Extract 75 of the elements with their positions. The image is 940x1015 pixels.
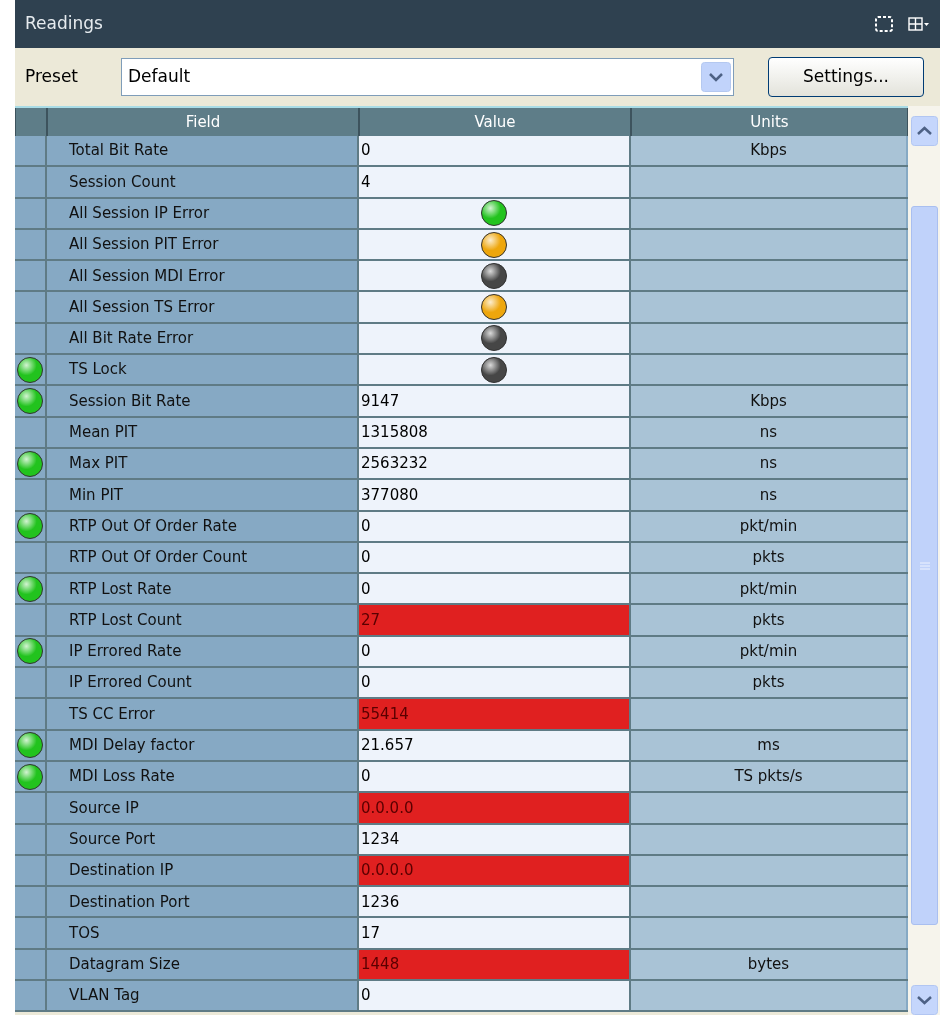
table-row[interactable]: RTP Lost Rate 0 pkt/min — [15, 574, 908, 606]
value-cell: 4 — [359, 167, 631, 197]
value-cell: 55414 — [359, 699, 631, 729]
value-cell: 0 — [359, 636, 631, 667]
value-cell: 27 — [359, 605, 631, 635]
value-cell: 1234 — [359, 824, 631, 854]
value-cell: 0 — [359, 761, 631, 792]
value-cell: 1448 — [359, 949, 631, 979]
table-row[interactable]: All Bit Rate Error — [15, 323, 908, 356]
table-row[interactable]: TOS 17 — [15, 918, 908, 950]
table-row[interactable]: All Session PIT Error — [15, 229, 908, 262]
table-row[interactable]: All Session TS Error — [15, 292, 908, 324]
preset-label: Preset — [25, 65, 79, 89]
table-row[interactable]: RTP Out Of Order Count 0 pkts — [15, 542, 908, 575]
chevron-down-icon — [701, 62, 731, 92]
table-row[interactable]: Max PIT 2563232 ns — [15, 448, 908, 481]
table-row[interactable]: RTP Out Of Order Rate 0 pkt/min — [15, 511, 908, 543]
units-cell: Kbps — [631, 386, 906, 416]
table-row[interactable]: VLAN Tag 0 — [15, 981, 908, 1013]
table-row[interactable]: Source IP 0.0.0.0 — [15, 793, 908, 825]
grid-menu-icon[interactable] — [908, 17, 930, 31]
scroll-up-icon[interactable] — [911, 116, 938, 146]
table-row[interactable]: IP Errored Rate 0 pkt/min — [15, 636, 908, 669]
units-cell: pkt/min — [631, 574, 906, 604]
units-cell: ns — [631, 417, 906, 447]
units-cell: Kbps — [631, 136, 906, 166]
value-cell: 2563232 — [359, 448, 631, 479]
table-row[interactable]: RTP Lost Count 27 pkts — [15, 605, 908, 637]
table-row[interactable]: Destination IP 0.0.0.0 — [15, 855, 908, 888]
table-row[interactable]: Session Bit Rate 9147 Kbps — [15, 386, 908, 418]
table-row[interactable]: Total Bit Rate 0 Kbps — [15, 136, 908, 168]
value-cell: 0 — [359, 981, 631, 1011]
scrollbar[interactable] — [908, 106, 940, 1015]
value-cell: 17 — [359, 918, 631, 948]
units-cell: ns — [631, 448, 906, 479]
scroll-down-icon[interactable] — [911, 985, 938, 1015]
table-row[interactable]: Min PIT 377080 ns — [15, 480, 908, 512]
table-row[interactable]: Session Count 4 — [15, 167, 908, 199]
settings-button[interactable]: Settings... — [768, 57, 924, 97]
table-row[interactable]: TS CC Error 55414 — [15, 699, 908, 731]
value-cell: 21.657 — [359, 730, 631, 760]
table-row[interactable]: Mean PIT 1315808 ns — [15, 417, 908, 449]
value-cell: 0.0.0.0 — [359, 855, 631, 886]
value-cell: 0 — [359, 542, 631, 573]
table-row[interactable]: Destination Port 1236 — [15, 887, 908, 919]
units-cell: pkt/min — [631, 636, 906, 667]
table-row[interactable]: Datagram Size 1448 bytes — [15, 949, 908, 981]
table-row[interactable]: Source Port 1234 — [15, 824, 908, 856]
table-row[interactable]: MDI Loss Rate 0 TS pkts/s — [15, 761, 908, 794]
selection-icon[interactable] — [874, 15, 894, 33]
scroll-thumb[interactable] — [911, 206, 938, 925]
value-cell: 0 — [359, 136, 631, 166]
panel-title: Readings — [25, 12, 103, 36]
table-row[interactable]: All Session MDI Error — [15, 261, 908, 293]
units-cell: pkts — [631, 605, 906, 635]
units-cell: bytes — [631, 949, 906, 979]
value-cell: 9147 — [359, 386, 631, 416]
value-cell: 0.0.0.0 — [359, 793, 631, 823]
table-row[interactable]: MDI Delay factor 21.657 ms — [15, 730, 908, 762]
preset-dropdown[interactable]: Default — [121, 58, 734, 96]
value-cell: 0 — [359, 668, 631, 698]
value-cell: 0 — [359, 574, 631, 604]
table-row[interactable]: All Session IP Error — [15, 198, 908, 230]
value-cell: 1315808 — [359, 417, 631, 447]
units-cell: ns — [631, 480, 906, 510]
units-cell: pkt/min — [631, 511, 906, 541]
units-cell: pkts — [631, 668, 906, 698]
table-row[interactable]: IP Errored Count 0 pkts — [15, 668, 908, 700]
units-cell: TS pkts/s — [631, 761, 906, 792]
units-cell: ms — [631, 730, 906, 760]
units-cell: pkts — [631, 542, 906, 573]
value-cell: 377080 — [359, 480, 631, 510]
value-cell: 0 — [359, 511, 631, 541]
table-row[interactable]: TS Lock — [15, 355, 908, 387]
value-cell: 1236 — [359, 887, 631, 917]
